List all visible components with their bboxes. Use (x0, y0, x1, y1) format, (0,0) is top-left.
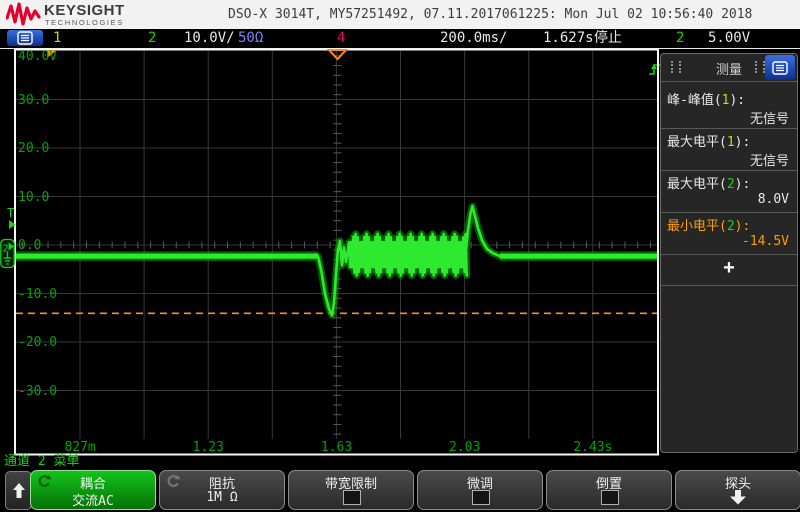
list-icon (772, 60, 788, 75)
oscilloscope-screen: KEYSIGHT TECHNOLOGIES DSO-X 3014T, MY572… (0, 0, 800, 512)
svg-text:T: T (7, 206, 14, 220)
measurement-row-min-level-2[interactable]: 最小电平(2): -14.5V (661, 213, 797, 255)
measurement-menu-button[interactable] (765, 55, 795, 80)
measurement-value: 无信号 (749, 112, 789, 127)
volt-label: 0.0 (18, 238, 42, 253)
measurement-name: 最大电平 (667, 177, 720, 192)
measurement-source: 2 (726, 219, 735, 234)
measurement-value: 无信号 (749, 154, 789, 169)
time-label: 1.23 (192, 440, 224, 455)
softkey-invert[interactable]: 倒置 (546, 470, 672, 510)
add-measurement-button[interactable]: + (661, 255, 797, 286)
drag-handle-icon[interactable] (755, 61, 765, 73)
time-label: 2.03 (449, 440, 481, 455)
measurement-name: 峰-峰值 (667, 93, 714, 108)
volt-label: 20.0 (18, 141, 50, 156)
softkey-coupling[interactable]: 耦合 交流AC (30, 470, 156, 510)
volt-label: -20.0 (18, 335, 58, 350)
volt-label: 40.0V (18, 49, 58, 64)
volt-label: -10.0 (18, 286, 58, 302)
softkey-impedance[interactable]: 阻抗 1M Ω (159, 470, 285, 510)
volt-label: 10.0 (18, 189, 50, 205)
measurement-row-max-level-2[interactable]: 最大电平(2): 8.0V (661, 171, 797, 213)
measurement-list: 峰-峰值(1): 无信号 最大电平(1): 无信号 最大电平(2): 8.0V … (661, 87, 797, 286)
volt-label: -30.0 (18, 383, 58, 399)
time-label: 2.43s (573, 440, 613, 455)
measurement-source: 2 (726, 177, 735, 192)
down-arrow-icon (730, 490, 746, 505)
softkey-bandwidth-limit[interactable]: 带宽限制 (288, 470, 414, 510)
trigger-position-marker[interactable] (326, 49, 349, 61)
volt-label: 30.0 (18, 92, 50, 108)
checkbox-unchecked[interactable] (601, 490, 619, 505)
measurement-row-max-level-1[interactable]: 最大电平(1): 无信号 (661, 129, 797, 171)
measurement-source: 1 (726, 135, 735, 150)
softkey-menu-title: 通道 2 菜单 (4, 454, 80, 469)
plus-icon: + (723, 257, 735, 279)
measurement-value: 8.0V (757, 192, 789, 207)
softkey-value: 1M Ω (206, 490, 238, 505)
measurement-panel: 测量 峰-峰值(1): 无信号 最大电平(1): 无信号 最大电平(2): 8. (660, 53, 798, 453)
time-label: 1.63 (320, 440, 353, 455)
up-arrow-icon (12, 482, 25, 498)
checkbox-unchecked[interactable] (343, 490, 361, 505)
softkey-value: 交流AC (72, 494, 114, 509)
ch2-ground-marker[interactable]: 2 (0, 238, 15, 269)
checkbox-unchecked[interactable] (472, 490, 490, 505)
menu-back-button[interactable] (5, 471, 32, 510)
measurement-name: 最小电平 (667, 219, 720, 234)
measurement-source: 1 (721, 93, 730, 108)
measurement-value: -14.5V (742, 234, 789, 249)
measurement-name: 最大电平 (667, 135, 720, 150)
softkey-fine-adjust[interactable]: 微调 (417, 470, 543, 510)
measurement-row-peak-peak-1[interactable]: 峰-峰值(1): 无信号 (661, 87, 797, 129)
softkey-probe[interactable]: 探头 (675, 470, 800, 510)
